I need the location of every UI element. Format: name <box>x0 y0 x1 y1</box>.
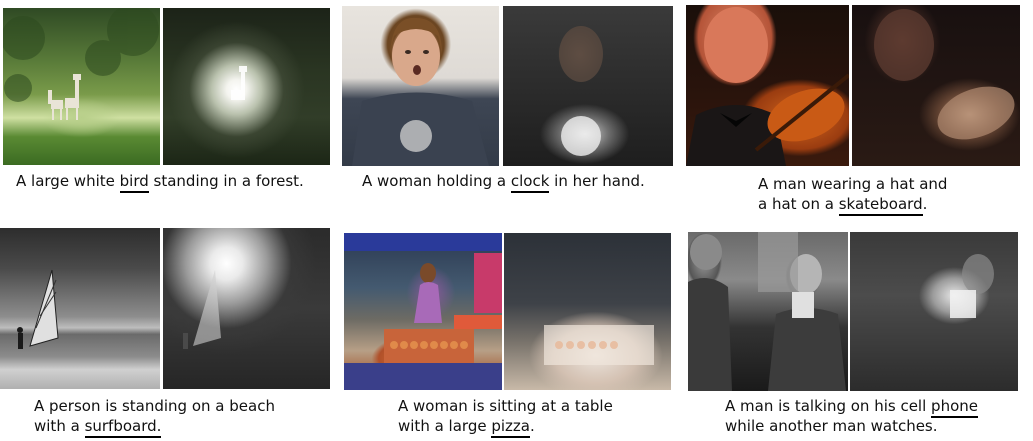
caption-text: a hat on a skateboard. <box>758 194 947 216</box>
attention-map-pizza <box>504 233 671 390</box>
caption-keyword: clock <box>510 172 550 193</box>
attention-map-surfboard <box>163 228 330 389</box>
caption-surfboard: A person is standing on a beach with a s… <box>34 396 275 438</box>
original-image-forest-giraffes <box>3 8 160 165</box>
giraffe-attention-figure <box>231 66 247 100</box>
man-phone-figure <box>688 232 846 391</box>
attention-map-clock <box>503 6 673 166</box>
caption-keyword: phone <box>931 397 978 418</box>
attention-map-bird <box>163 8 330 165</box>
woman-figure <box>352 17 489 166</box>
man-phone-attention-figure <box>950 254 994 318</box>
attention-map-phone <box>850 232 1018 391</box>
caption-text: A woman holding a clock in her hand. <box>362 172 645 193</box>
caption-text: with a surfboard. <box>34 416 275 438</box>
market-figure <box>344 233 502 390</box>
original-image-violinist <box>686 5 849 166</box>
caption-keyword: pizza <box>491 417 530 438</box>
windsurfer-figure <box>17 269 59 349</box>
original-image-man-phone <box>688 232 848 391</box>
woman-attention-figure <box>559 26 603 156</box>
caption-phone: A man is talking on his cell phone while… <box>725 396 978 436</box>
caption-text: A person is standing on a beach <box>34 397 275 415</box>
original-image-woman <box>342 6 499 166</box>
original-image-market <box>344 233 502 390</box>
caption-text: A large white bird standing in a forest. <box>16 172 304 193</box>
caption-text: A man is talking on his cell phone <box>725 396 978 418</box>
caption-skateboard: A man wearing a hat and a hat on a skate… <box>758 174 948 216</box>
caption-keyword: bird <box>119 172 149 193</box>
caption-bird: A large white bird standing in a forest. <box>16 171 304 193</box>
giraffe-figure <box>3 8 159 120</box>
attention-map-skateboard <box>852 5 1020 166</box>
windsurfer-attention-figure <box>183 270 221 349</box>
caption-text: A man wearing a hat and <box>758 175 948 193</box>
caption-text: while another man watches. <box>725 417 938 435</box>
violinist-figure <box>686 7 849 166</box>
caption-pizza: A woman is sitting at a table with a lar… <box>398 396 613 438</box>
original-image-windsurfer <box>0 228 160 389</box>
caption-clock: A woman holding a clock in her hand. <box>362 171 645 193</box>
caption-keyword: skateboard <box>838 195 923 216</box>
caption-keyword: surfboard. <box>84 417 162 438</box>
caption-text: A woman is sitting at a table <box>398 397 613 415</box>
violinist-attention-figure <box>874 9 1015 140</box>
caption-text: with a large pizza. <box>398 416 613 438</box>
market-attention-figure <box>544 325 654 365</box>
